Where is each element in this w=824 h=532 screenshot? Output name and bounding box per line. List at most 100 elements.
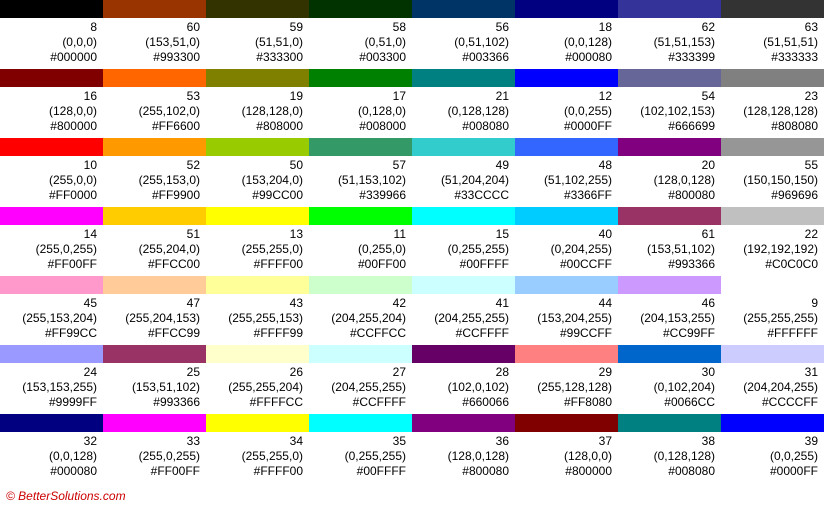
color-swatch <box>721 69 824 87</box>
color-hex: #33CCCC <box>412 188 509 203</box>
color-id: 25 <box>103 365 200 380</box>
color-cell: 61(153,51,102)#993366 <box>618 207 721 276</box>
color-id: 8 <box>0 20 97 35</box>
color-hex: #00FFFF <box>412 257 509 272</box>
color-cell: 29(255,128,128)#FF8080 <box>515 345 618 414</box>
color-rgb: (128,128,128) <box>721 104 818 119</box>
color-info: 56(0,51,102)#003366 <box>412 18 515 69</box>
color-rgb: (51,51,51) <box>721 35 818 50</box>
color-cell: 8(0,0,0)#000000 <box>0 0 103 69</box>
color-hex: #9999FF <box>0 395 97 410</box>
color-id: 63 <box>721 20 818 35</box>
color-cell: 60(153,51,0)#993300 <box>103 0 206 69</box>
color-hex: #FF00FF <box>0 257 97 272</box>
color-id: 52 <box>103 158 200 173</box>
color-swatch <box>309 0 412 18</box>
color-swatch <box>515 345 618 363</box>
color-rgb: (255,153,204) <box>0 311 97 326</box>
color-info: 21(0,128,128)#008080 <box>412 87 515 138</box>
color-id: 60 <box>103 20 200 35</box>
color-swatch <box>309 345 412 363</box>
color-info: 44(153,204,255)#99CCFF <box>515 294 618 345</box>
color-cell: 33(255,0,255)#FF00FF <box>103 414 206 483</box>
color-hex: #000000 <box>0 50 97 65</box>
color-swatch <box>103 276 206 294</box>
color-id: 41 <box>412 296 509 311</box>
color-swatch <box>309 414 412 432</box>
color-hex: #666699 <box>618 119 715 134</box>
color-id: 29 <box>515 365 612 380</box>
color-rgb: (0,128,128) <box>618 449 715 464</box>
color-swatch <box>721 207 824 225</box>
color-hex: #00CCFF <box>515 257 612 272</box>
color-info: 60(153,51,0)#993300 <box>103 18 206 69</box>
color-swatch <box>721 138 824 156</box>
color-swatch <box>618 207 721 225</box>
color-cell: 51(255,204,0)#FFCC00 <box>103 207 206 276</box>
color-id: 24 <box>0 365 97 380</box>
color-cell: 55(150,150,150)#969696 <box>721 138 824 207</box>
color-cell: 14(255,0,255)#FF00FF <box>0 207 103 276</box>
color-swatch <box>412 345 515 363</box>
color-info: 51(255,204,0)#FFCC00 <box>103 225 206 276</box>
color-rgb: (204,255,204) <box>309 311 406 326</box>
color-id: 9 <box>721 296 818 311</box>
color-swatch <box>515 0 618 18</box>
color-swatch <box>206 0 309 18</box>
color-hex: #CCFFFF <box>309 395 406 410</box>
color-hex: #808080 <box>721 119 818 134</box>
color-hex: #FF99CC <box>0 326 97 341</box>
color-swatch <box>206 414 309 432</box>
color-hex: #008000 <box>309 119 406 134</box>
color-rgb: (255,0,0) <box>0 173 97 188</box>
color-rgb: (0,255,0) <box>309 242 406 257</box>
color-rgb: (0,0,255) <box>515 104 612 119</box>
color-hex: #FF6600 <box>103 119 200 134</box>
color-hex: #333333 <box>721 50 818 65</box>
color-id: 16 <box>0 89 97 104</box>
color-swatch <box>515 414 618 432</box>
color-info: 41(204,255,255)#CCFFFF <box>412 294 515 345</box>
color-info: 15(0,255,255)#00FFFF <box>412 225 515 276</box>
color-info: 63(51,51,51)#333333 <box>721 18 824 69</box>
color-info: 46(204,153,255)#CC99FF <box>618 294 721 345</box>
color-hex: #003366 <box>412 50 509 65</box>
color-id: 44 <box>515 296 612 311</box>
color-cell: 31(204,204,255)#CCCCFF <box>721 345 824 414</box>
color-id: 11 <box>309 227 406 242</box>
color-info: 14(255,0,255)#FF00FF <box>0 225 103 276</box>
color-hex: #00FF00 <box>309 257 406 272</box>
color-info: 42(204,255,204)#CCFFCC <box>309 294 412 345</box>
color-rgb: (255,255,153) <box>206 311 303 326</box>
color-swatch <box>0 0 103 18</box>
color-info: 57(51,153,102)#339966 <box>309 156 412 207</box>
color-cell: 48(51,102,255)#3366FF <box>515 138 618 207</box>
color-rgb: (255,204,153) <box>103 311 200 326</box>
color-id: 61 <box>618 227 715 242</box>
color-id: 34 <box>206 434 303 449</box>
color-cell: 52(255,153,0)#FF9900 <box>103 138 206 207</box>
color-rgb: (102,102,153) <box>618 104 715 119</box>
color-id: 53 <box>103 89 200 104</box>
color-rgb: (0,0,0) <box>0 35 97 50</box>
color-hex: #008080 <box>618 464 715 479</box>
color-cell: 11(0,255,0)#00FF00 <box>309 207 412 276</box>
color-cell: 38(0,128,128)#008080 <box>618 414 721 483</box>
color-rgb: (255,255,204) <box>206 380 303 395</box>
color-rgb: (128,0,128) <box>618 173 715 188</box>
color-cell: 39(0,0,255)#0000FF <box>721 414 824 483</box>
color-id: 13 <box>206 227 303 242</box>
color-swatch <box>515 69 618 87</box>
color-id: 37 <box>515 434 612 449</box>
color-info: 25(153,51,102)#993366 <box>103 363 206 414</box>
color-info: 17(0,128,0)#008000 <box>309 87 412 138</box>
color-cell: 56(0,51,102)#003366 <box>412 0 515 69</box>
color-hex: #FFFF00 <box>206 464 303 479</box>
color-id: 32 <box>0 434 97 449</box>
color-cell: 17(0,128,0)#008000 <box>309 69 412 138</box>
color-id: 46 <box>618 296 715 311</box>
color-palette-grid: 8(0,0,0)#00000060(153,51,0)#99330059(51,… <box>0 0 824 483</box>
color-swatch <box>0 69 103 87</box>
color-swatch <box>412 69 515 87</box>
color-id: 59 <box>206 20 303 35</box>
